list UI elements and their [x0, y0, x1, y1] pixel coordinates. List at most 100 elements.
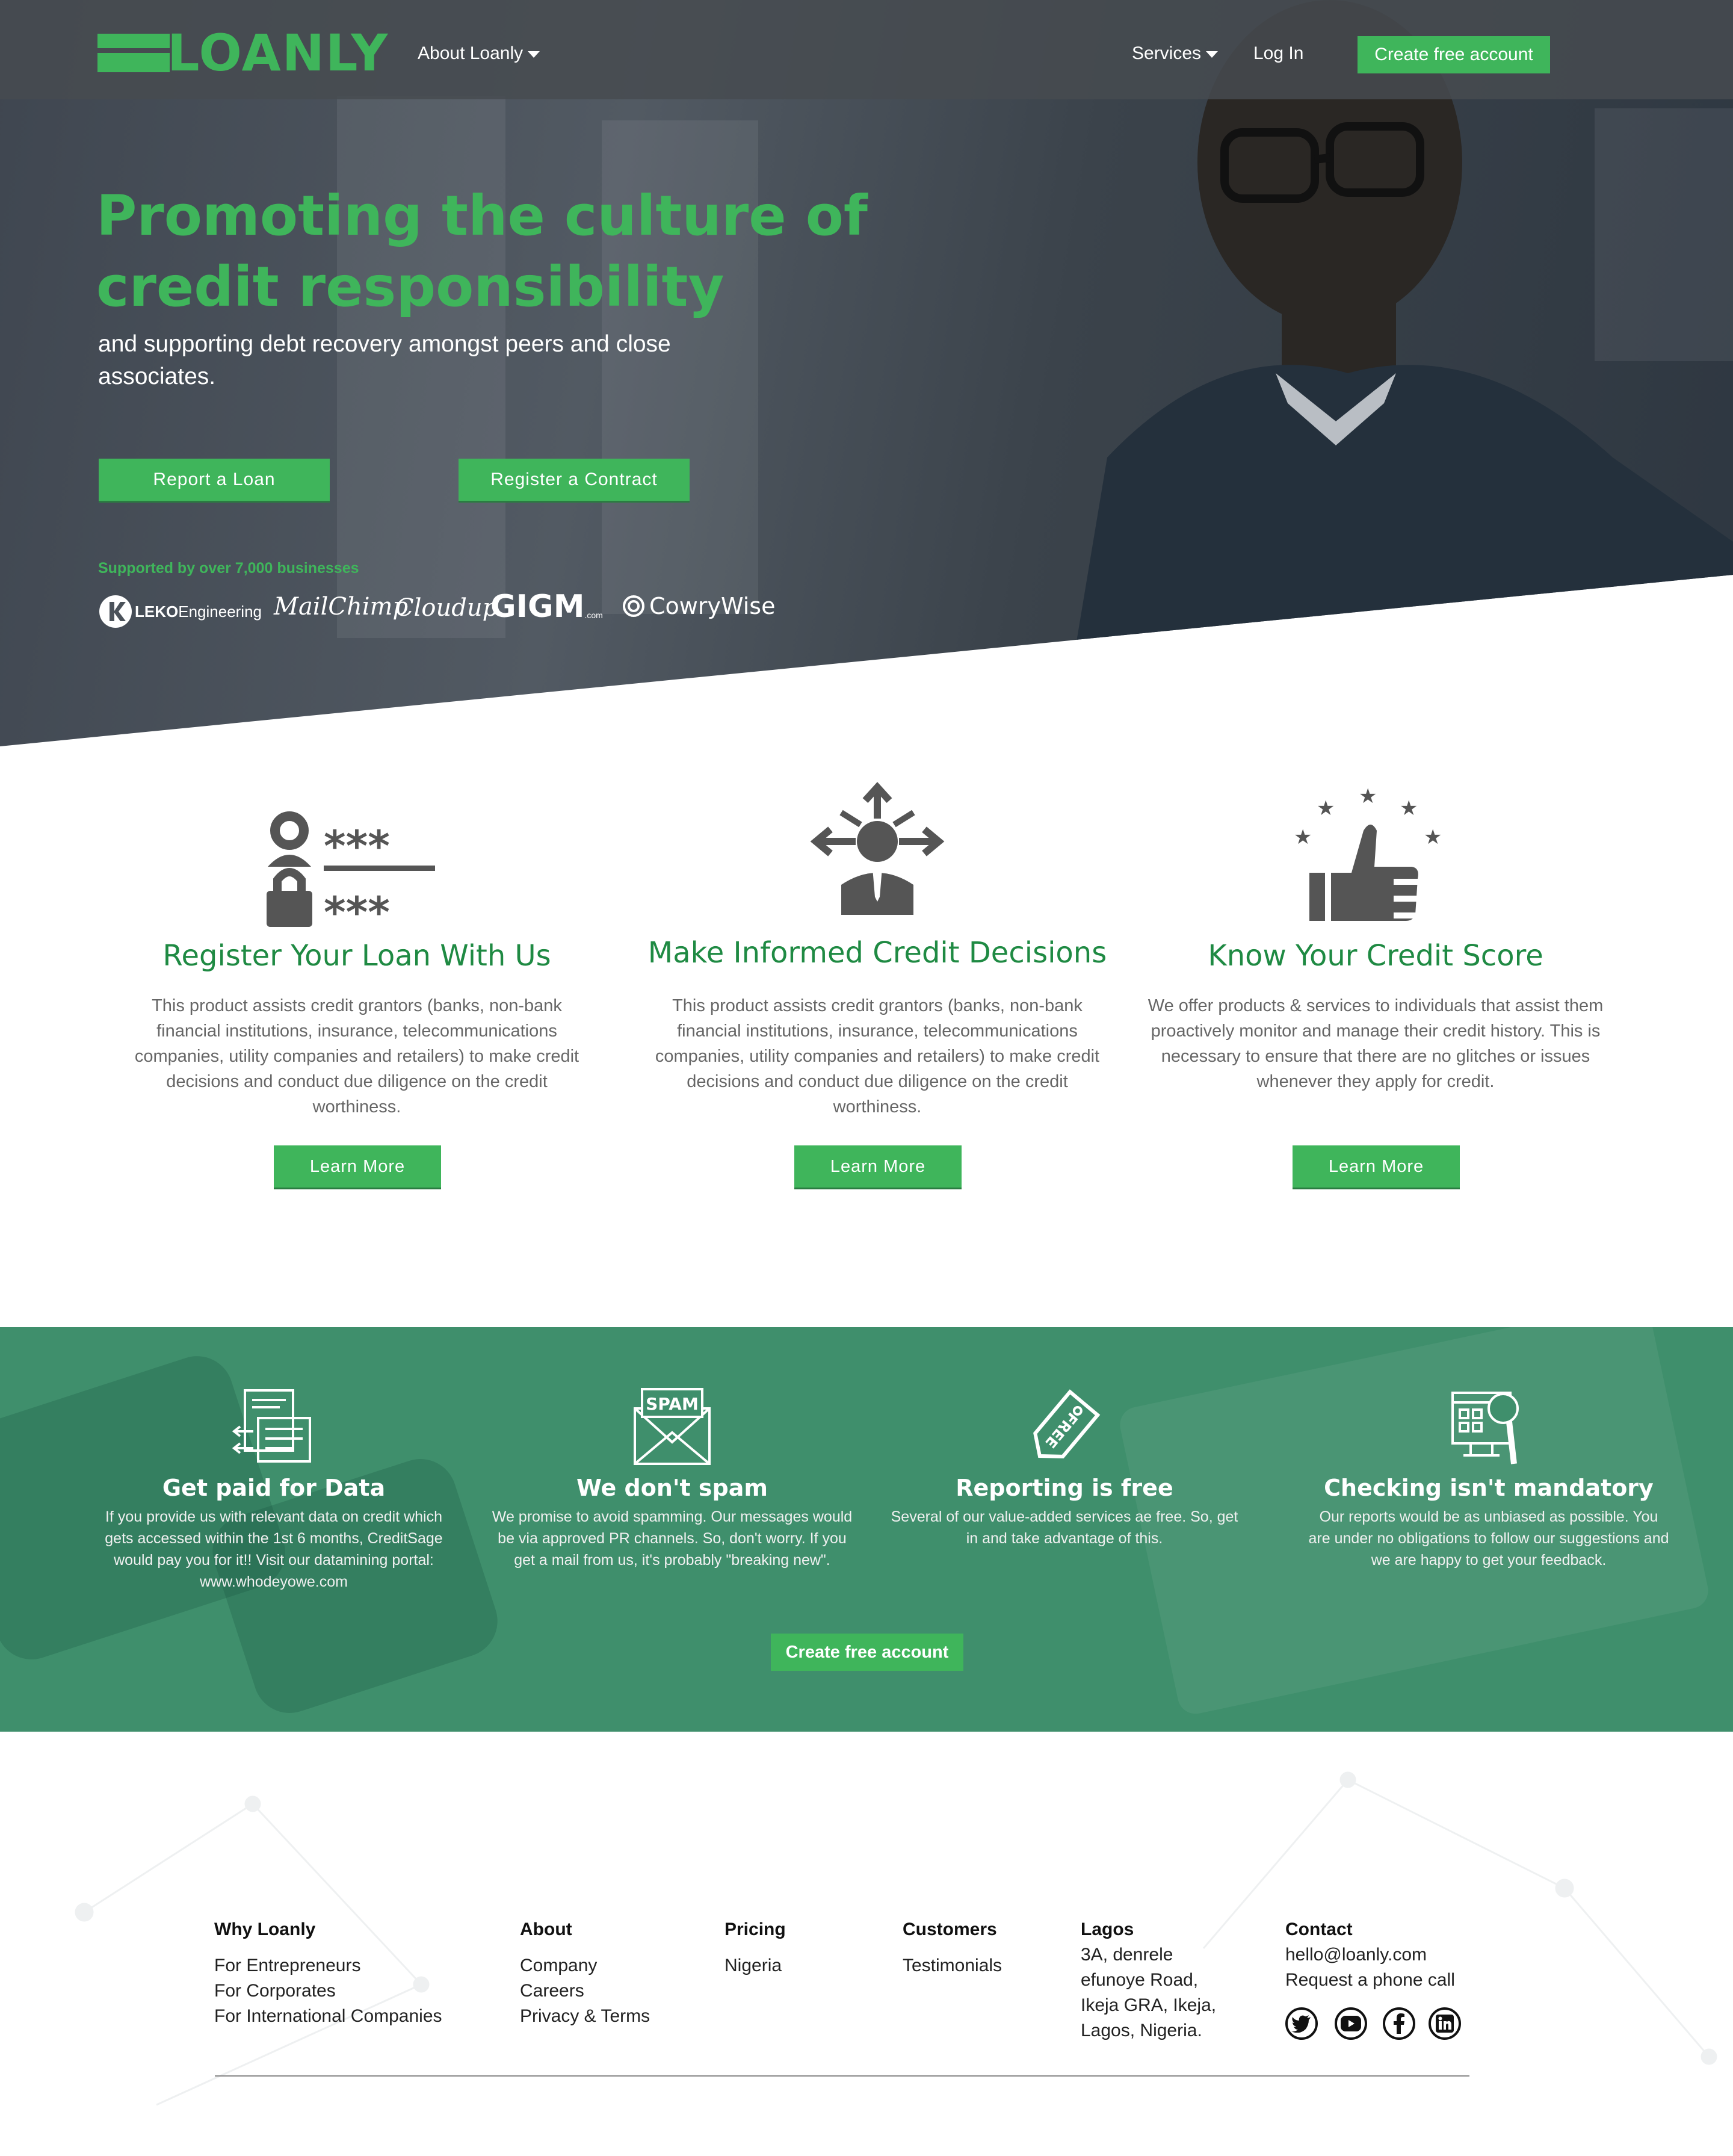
footer-heading: Contact [1285, 1919, 1353, 1939]
gigm-name: GIGM [490, 589, 585, 625]
thumbs-up-stars-icon: ★ ★ ★ ★ ★ [1294, 784, 1442, 921]
leko-suffix: Engineering [178, 602, 262, 621]
benefit-title: Checking isn't mandatory [1324, 1475, 1654, 1501]
address-line: Ikeja GRA, Ikeja, [1081, 1995, 1217, 2015]
footer-lagos-address: Lagos 3A, denrele efunoye Road, Ikeja GR… [1081, 1917, 1216, 2043]
feature-text: This product assists credit grantors (ba… [655, 996, 1100, 1117]
benefit-get-paid: Get paid for Data If you provide us with… [93, 1384, 454, 1593]
hero-section: Promoting the culture of credit responsi… [0, 0, 1733, 746]
hero-person-image [1059, 0, 1733, 746]
footer-link[interactable]: For International Companies [214, 2004, 442, 2029]
footer-link[interactable]: For Entrepreneurs [214, 1953, 442, 1978]
hero-title: Promoting the culture of credit responsi… [96, 184, 868, 319]
benefit-text: If you provide us with relevant data on … [105, 1508, 443, 1590]
address-line: efunoye Road, [1081, 1970, 1199, 1990]
footer-link[interactable]: Privacy & Terms [520, 2004, 650, 2029]
feature-title: Register Your Loan With Us [162, 939, 551, 973]
loanly-logo[interactable]: LOANLY [97, 23, 389, 82]
footer-pricing: Pricing Nigeria [724, 1917, 786, 1978]
footer-heading: Why Loanly [214, 1919, 316, 1939]
svg-text:★: ★ [1359, 784, 1377, 808]
learn-more-button[interactable]: Learn More [794, 1145, 962, 1188]
cowrywise-name: CowryWise [649, 593, 776, 619]
benefit-title: Reporting is free [956, 1475, 1173, 1501]
benefit-text: We promise to avoid spamming. Our messag… [492, 1508, 853, 1569]
leko-mark-icon [99, 595, 132, 628]
learn-more-button[interactable]: Learn More [1293, 1145, 1460, 1188]
supported-by-text: Supported by over 7,000 businesses [98, 560, 359, 577]
report-loan-button[interactable]: Report a Loan [99, 459, 330, 501]
spam-icon-text: SPAM [646, 1394, 699, 1414]
footer-divider [215, 2075, 1469, 2077]
decision-arrows-icon [810, 782, 945, 915]
benefit-checking-optional: Checking isn't mandatory Our reports wou… [1308, 1384, 1669, 1571]
benefit-text: Several of our value-added services ae f… [891, 1508, 1238, 1547]
user-password-icon: *** *** [267, 811, 435, 927]
about-loanly-menu[interactable]: About Loanly [418, 43, 540, 64]
free-tag-icon: FREE [1033, 1389, 1101, 1458]
top-navigation-bar: LOANLY About Loanly Services Log In Crea… [0, 0, 1733, 99]
footer-heading: Customers [903, 1919, 997, 1939]
feature-text: This product assists credit grantors (ba… [134, 996, 579, 1117]
feature-title: Make Informed Credit Decisions [647, 936, 1107, 970]
mailchimp-logo: MailChimp [274, 593, 409, 621]
caret-down-icon [528, 51, 540, 58]
about-loanly-label: About Loanly [418, 43, 524, 63]
svg-text:★: ★ [1424, 825, 1442, 849]
leko-logo: LEKO Engineering [99, 593, 262, 630]
facebook-icon[interactable] [1383, 2007, 1415, 2040]
logo-mark-icon [97, 34, 170, 72]
footer-link[interactable]: For Corporates [214, 1978, 442, 2004]
cloudup-logo: Cloudup [395, 594, 498, 622]
register-contract-button[interactable]: Register a Contract [459, 459, 690, 501]
footer-link[interactable]: Nigeria [724, 1953, 786, 1978]
address-line: 3A, denrele [1081, 1945, 1173, 1965]
benefit-no-spam: SPAM We don't spam We promise to avoid s… [492, 1384, 853, 1571]
caret-down-icon [1206, 51, 1219, 58]
feature-title: Know Your Credit Score [1208, 939, 1543, 973]
svg-text:★: ★ [1400, 796, 1418, 820]
footer-why-loanly: Why Loanly For Entrepreneurs For Corpora… [214, 1917, 442, 2029]
page: Promoting the culture of credit responsi… [0, 0, 1733, 2156]
band-create-account-button[interactable]: Create free account [771, 1634, 963, 1671]
footer-heading: About [520, 1919, 572, 1939]
logo-text: LOANLY [167, 23, 389, 82]
cowrywise-logo: CowryWise [622, 593, 775, 619]
footer-link[interactable]: Testimonials [903, 1953, 1002, 1978]
youtube-icon[interactable] [1335, 2007, 1367, 2040]
hero-subtitle: and supporting debt recovery amongst pee… [98, 331, 671, 389]
svg-text:★: ★ [1294, 825, 1312, 849]
linkedin-icon[interactable] [1429, 2007, 1461, 2040]
leko-name: LEKO [135, 602, 179, 621]
feature-text: We offer products & services to individu… [1148, 996, 1604, 1091]
twitter-icon[interactable] [1285, 2007, 1318, 2040]
footer-about: About Company Careers Privacy & Terms [520, 1917, 650, 2029]
address-line: Lagos, Nigeria. [1081, 2021, 1202, 2040]
benefit-text: Our reports would be as unbiased as poss… [1308, 1508, 1669, 1569]
contact-email-link[interactable]: hello@loanly.com [1285, 1942, 1455, 1968]
benefit-free-reporting: FREE Reporting is free Several of our va… [884, 1384, 1245, 1549]
footer-heading: Pricing [724, 1919, 786, 1939]
magnifier-report-icon [1451, 1392, 1519, 1464]
free-icon-text: FREE [1042, 1409, 1081, 1451]
login-link[interactable]: Log In [1253, 43, 1303, 64]
spam-envelope-icon: SPAM [634, 1388, 711, 1465]
svg-text:★: ★ [1317, 796, 1335, 820]
gigm-suffix: .com [584, 610, 603, 620]
svg-text:***: *** [324, 822, 390, 871]
footer-link[interactable]: Company [520, 1953, 650, 1978]
footer-link[interactable]: Careers [520, 1978, 650, 2004]
footer-customers: Customers Testimonials [903, 1917, 1002, 1978]
learn-more-button[interactable]: Learn More [274, 1145, 441, 1188]
gigm-logo: GIGM .com [490, 589, 603, 625]
request-phone-call-link[interactable]: Request a phone call [1285, 1968, 1455, 1993]
services-label: Services [1132, 43, 1202, 63]
cowrywise-mark-icon [623, 595, 644, 617]
services-menu[interactable]: Services [1132, 43, 1219, 64]
benefit-title: We don't spam [576, 1475, 768, 1501]
footer-heading: Lagos [1081, 1919, 1134, 1939]
footer-contact: Contact hello@loanly.com Request a phone… [1285, 1917, 1455, 1993]
documents-icon [232, 1389, 311, 1463]
create-account-button[interactable]: Create free account [1358, 36, 1550, 73]
benefit-title: Get paid for Data [162, 1475, 386, 1501]
